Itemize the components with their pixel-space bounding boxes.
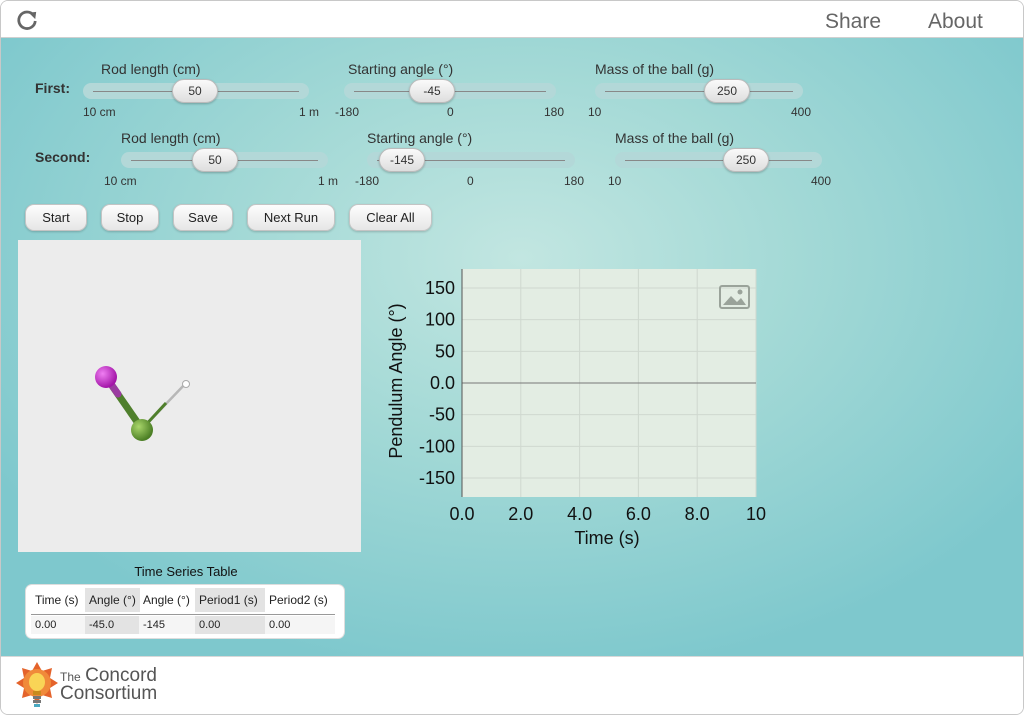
- second-mass-label: Mass of the ball (g): [615, 130, 735, 146]
- about-link[interactable]: About: [928, 10, 983, 34]
- logo-the: The: [60, 670, 81, 684]
- second-row-label: Second:: [35, 149, 91, 165]
- second-mass-slider[interactable]: 250: [615, 148, 822, 172]
- second-start-angle-handle[interactable]: -145: [379, 148, 425, 172]
- main-area: First: Rod length (cm) 50 10 cm 1 m Star…: [1, 38, 1023, 656]
- second-mass-handle[interactable]: 250: [723, 148, 769, 172]
- y-tick-label: -150: [419, 468, 455, 488]
- first-mass-min: 10: [588, 105, 602, 119]
- x-tick-label: 2.0: [508, 504, 533, 524]
- first-rod-length-label: Rod length (cm): [101, 61, 201, 77]
- pivot: [182, 380, 190, 388]
- first-start-angle-max: 180: [544, 105, 565, 119]
- second-start-angle-min: -180: [355, 174, 380, 188]
- table-cell: -45.0: [85, 616, 139, 634]
- table-title: Time Series Table: [134, 564, 238, 579]
- y-tick-label: -100: [419, 436, 455, 456]
- first-mass-handle[interactable]: 250: [704, 79, 750, 103]
- second-mass-min: 10: [608, 174, 622, 188]
- x-tick-label: 8.0: [685, 504, 710, 524]
- table-cell: 0.00: [195, 616, 265, 634]
- second-rod-length-min: 10 cm: [104, 174, 137, 188]
- second-start-angle-label: Starting angle (°): [367, 130, 473, 146]
- second-mass-max: 400: [811, 174, 832, 188]
- reload-icon[interactable]: [16, 10, 38, 32]
- second-start-angle-max: 180: [564, 174, 585, 188]
- x-tick-label: 6.0: [626, 504, 651, 524]
- second-rod-length-label: Rod length (cm): [121, 130, 221, 146]
- table-cell: 0.00: [265, 616, 335, 634]
- share-link[interactable]: Share: [825, 10, 881, 34]
- second-start-angle-mid: 0: [467, 174, 474, 188]
- concord-logo-icon: [16, 662, 58, 707]
- stop-button[interactable]: Stop: [101, 204, 159, 231]
- x-tick-label: 10: [746, 504, 766, 524]
- y-tick-label: 50: [435, 341, 455, 361]
- first-mass-max: 400: [791, 105, 812, 119]
- second-ball[interactable]: [95, 366, 117, 388]
- first-rod-length-slider[interactable]: 50: [83, 79, 309, 103]
- y-tick-label: 0.0: [430, 373, 455, 393]
- x-tick-label: 0.0: [449, 504, 474, 524]
- table-header-divider: [31, 614, 335, 615]
- second-rod-length-slider[interactable]: 50: [121, 148, 328, 172]
- table-cell: 0.00: [31, 616, 85, 634]
- second-rod-length-max: 1 m: [318, 174, 339, 188]
- x-tick-label: 4.0: [567, 504, 592, 524]
- time-series-table: Time (s) Angle (°) Angle (°) Period1 (s)…: [25, 584, 345, 639]
- first-mass-slider[interactable]: 250: [595, 79, 803, 103]
- second-rod-length-handle[interactable]: 50: [192, 148, 238, 172]
- col-header-angle1: Angle (°): [85, 588, 140, 612]
- y-tick-label: -50: [429, 405, 455, 425]
- angle-time-graph: 150 100 50 0.0 -50 -100 -150 0.0 2.0 4.0 6.0 8.0 10 T…: [381, 263, 781, 553]
- first-rod-length-max: 1 m: [299, 105, 320, 119]
- first-ball[interactable]: [131, 419, 153, 441]
- start-button[interactable]: Start: [25, 204, 87, 231]
- y-axis-label: Pendulum Angle (°): [386, 303, 406, 458]
- next-run-button[interactable]: Next Run: [247, 204, 335, 231]
- clear-all-button[interactable]: Clear All: [349, 204, 432, 231]
- first-rod-length-handle[interactable]: 50: [172, 79, 218, 103]
- first-mass-label: Mass of the ball (g): [595, 61, 715, 77]
- footer: The Concord Consortium: [1, 656, 1023, 714]
- table-cell: -145: [139, 616, 195, 634]
- first-start-angle-slider[interactable]: -45: [344, 79, 556, 103]
- col-header-angle2: Angle (°): [143, 593, 190, 607]
- save-button[interactable]: Save: [173, 204, 233, 231]
- concord-logo-text: The Concord Consortium: [60, 666, 158, 704]
- pendulum-view: [18, 240, 361, 552]
- first-start-angle-handle[interactable]: -45: [409, 79, 455, 103]
- col-header-time: Time (s): [35, 593, 79, 607]
- y-tick-label: 100: [425, 310, 455, 330]
- logo-consortium: Consortium: [60, 683, 158, 704]
- x-axis-label: Time (s): [574, 528, 639, 548]
- first-start-angle-label: Starting angle (°): [348, 61, 454, 77]
- app-frame: Share About First: Rod length (cm) 50 10…: [0, 0, 1024, 715]
- top-bar: Share About: [1, 1, 1023, 38]
- y-tick-label: 150: [425, 278, 455, 298]
- first-start-angle-min: -180: [335, 105, 360, 119]
- second-start-angle-slider[interactable]: -145: [367, 148, 575, 172]
- first-row-label: First:: [35, 80, 70, 96]
- col-header-period2: Period2 (s): [269, 593, 328, 607]
- col-header-period1: Period1 (s): [195, 588, 265, 612]
- first-start-angle-mid: 0: [447, 105, 454, 119]
- first-rod-length-min: 10 cm: [83, 105, 116, 119]
